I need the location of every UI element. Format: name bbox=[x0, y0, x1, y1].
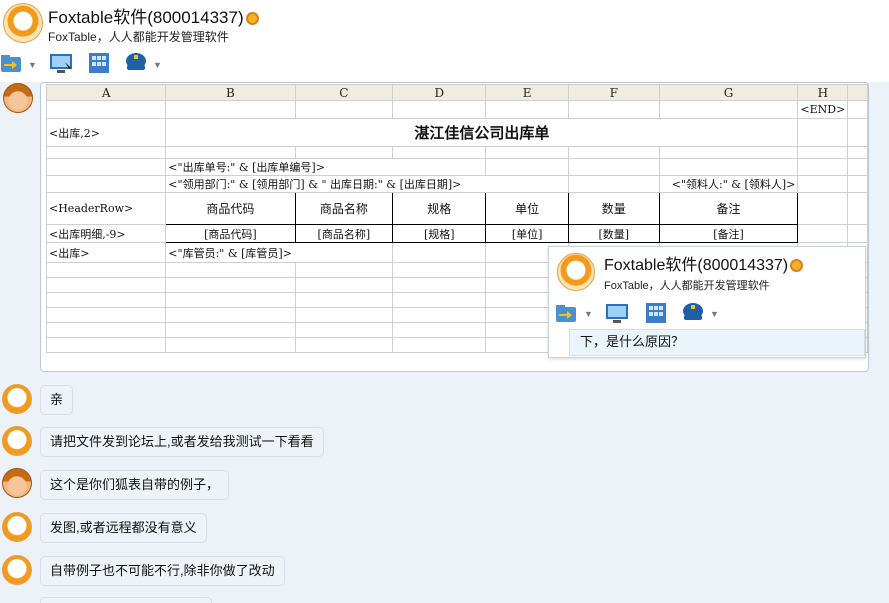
popup-title: Foxtable软件(800014337) bbox=[604, 251, 804, 275]
end-marker: <END> bbox=[797, 100, 849, 119]
detail-field: [备注] bbox=[658, 224, 799, 243]
col-label: 单位 bbox=[485, 192, 569, 225]
folder-send-icon bbox=[1, 55, 21, 72]
send-file-button[interactable] bbox=[0, 52, 24, 79]
user-avatar[interactable] bbox=[2, 468, 32, 498]
contact-avatar[interactable] bbox=[3, 3, 43, 43]
fox-avatar[interactable] bbox=[2, 555, 32, 585]
cell-header-row: <HeaderRow> bbox=[45, 192, 167, 225]
user-avatar[interactable] bbox=[3, 83, 33, 113]
embedded-chat-popup: Foxtable软件(800014337) FoxTable，人人都能开发管理软… bbox=[548, 246, 866, 358]
popup-message: 下，是什么原因？ bbox=[569, 329, 865, 356]
detail-field: [商品代码] bbox=[165, 224, 296, 243]
message-bubble-partial bbox=[40, 597, 212, 603]
chevron-down-icon: ▼ bbox=[710, 309, 719, 319]
col-header[interactable]: G bbox=[658, 84, 799, 101]
col-header[interactable]: H bbox=[797, 84, 849, 101]
report-title: 湛江佳信公司出库单 bbox=[165, 118, 799, 147]
message-bubble[interactable]: 自带例子也不可能不行,除非你做了改动 bbox=[40, 556, 285, 586]
popup-send-file-icon bbox=[555, 302, 579, 329]
message-bubble[interactable]: 这个是你们狐表自带的例子， bbox=[40, 470, 230, 500]
col-label: 商品代码 bbox=[165, 192, 296, 225]
monitor-icon bbox=[50, 54, 72, 73]
detail-field: [单位] bbox=[485, 224, 569, 243]
cell-recipient: <"领料人:" & [领料人]> bbox=[658, 175, 799, 193]
cell-row-out-end: <出库> bbox=[45, 242, 167, 263]
col-header[interactable]: E bbox=[485, 84, 569, 101]
award-icon bbox=[790, 259, 804, 273]
col-label: 备注 bbox=[658, 192, 799, 225]
col-header[interactable]: A bbox=[45, 84, 167, 101]
chevron-down-icon: ▼ bbox=[584, 309, 593, 319]
message-bubble[interactable]: 发图,或者远程都没有意义 bbox=[40, 513, 207, 543]
chevron-down-icon[interactable]: ▼ bbox=[153, 60, 162, 70]
col-label: 数量 bbox=[567, 192, 660, 225]
remote-desktop-button[interactable] bbox=[49, 52, 75, 79]
building-icon bbox=[89, 53, 109, 73]
contact-subtitle: FoxTable，人人都能开发管理软件 bbox=[48, 30, 229, 44]
col-label: 规格 bbox=[392, 192, 487, 225]
contact-title: Foxtable软件(800014337) bbox=[48, 3, 259, 28]
popup-subtitle: FoxTable，人人都能开发管理软件 bbox=[604, 280, 770, 292]
building-icon bbox=[645, 302, 667, 329]
user-icon bbox=[126, 53, 146, 70]
col-header[interactable]: F bbox=[567, 84, 660, 101]
fox-avatar[interactable] bbox=[2, 512, 32, 542]
award-icon bbox=[245, 12, 259, 26]
monitor-icon bbox=[605, 302, 631, 329]
user-button[interactable] bbox=[124, 52, 148, 79]
col-label: 商品名称 bbox=[294, 192, 394, 225]
cell-dept-date: <"领用部门:" & [领用部门] & " 出库日期:" & [出库日期]> bbox=[165, 175, 569, 193]
chevron-down-icon[interactable]: ▼ bbox=[28, 60, 37, 70]
detail-field: [商品名称] bbox=[294, 224, 394, 243]
user-icon bbox=[681, 302, 705, 329]
cell-row-out: <出库,2> bbox=[45, 118, 167, 147]
cell-detail-row: <出库明细,-9> bbox=[45, 224, 167, 243]
message-bubble[interactable]: 亲 bbox=[40, 385, 74, 415]
col-header[interactable]: C bbox=[294, 84, 394, 101]
app-button[interactable] bbox=[88, 52, 110, 79]
fox-avatar[interactable] bbox=[2, 384, 32, 414]
cell-keeper: <"库管员:" & [库管员]> bbox=[165, 242, 394, 263]
detail-field: [规格] bbox=[392, 224, 487, 243]
cell-order-no: <"出库单号:" & [出库单编号]> bbox=[165, 158, 487, 176]
col-header[interactable]: D bbox=[392, 84, 487, 101]
popup-avatar bbox=[557, 253, 595, 291]
message-bubble[interactable]: 请把文件发到论坛上,或者发给我测试一下看看 bbox=[40, 427, 324, 457]
detail-field: [数量] bbox=[567, 224, 660, 243]
col-header[interactable]: B bbox=[165, 84, 296, 101]
fox-avatar[interactable] bbox=[2, 426, 32, 456]
